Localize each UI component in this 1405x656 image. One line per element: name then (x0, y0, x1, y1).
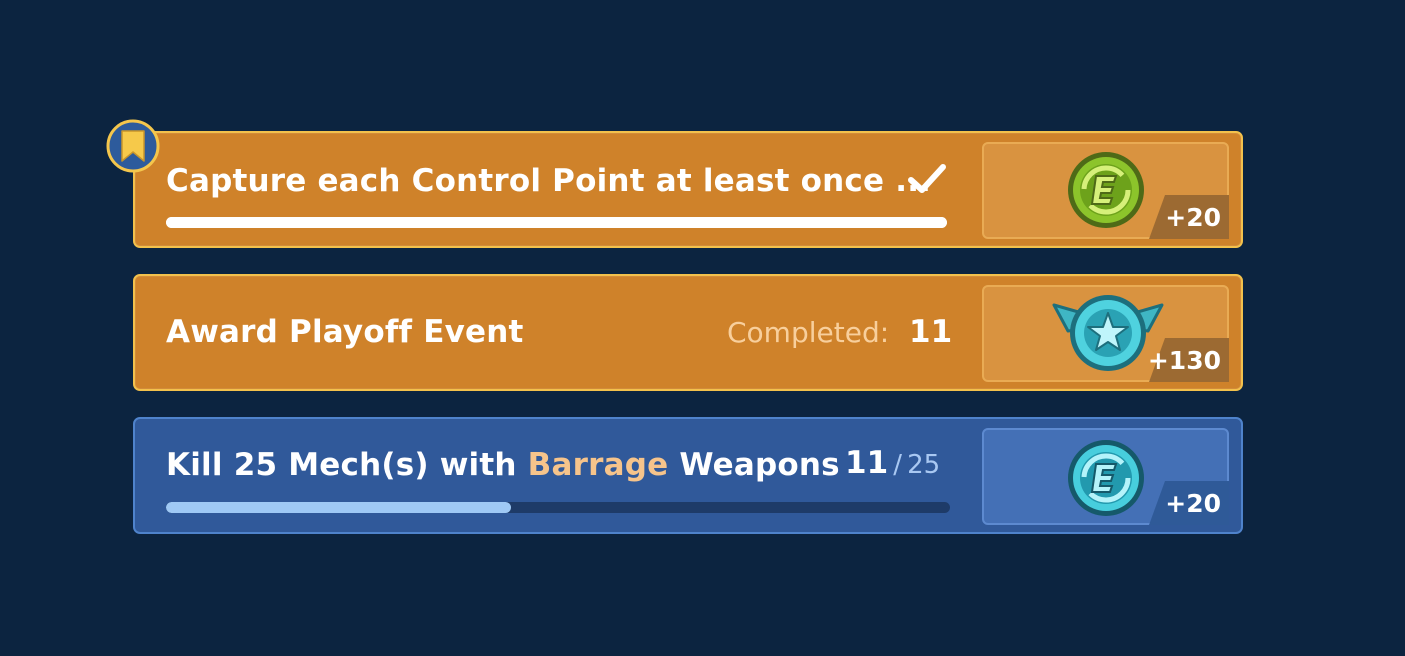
green-e-coin-icon (1068, 152, 1144, 228)
reward-amount: +20 (1165, 203, 1221, 232)
mission-title: Capture each Control Point at least once… (166, 163, 932, 199)
mission-card-1[interactable]: Capture each Control Point at least once… (133, 131, 1243, 248)
mission-card-2[interactable]: Award Playoff Event Completed: 11 +130 (133, 274, 1243, 391)
progress-separator: / (893, 450, 902, 480)
weapon-type-highlight: Barrage (527, 447, 669, 483)
amount-tab: +20 (1149, 481, 1229, 525)
mission-title: Kill 25 Mech(s) with Barrage Weapons (166, 445, 840, 485)
progress-current: 11 (845, 445, 889, 481)
reward-amount: +20 (1165, 489, 1221, 518)
amount-tab: +130 (1147, 338, 1229, 382)
title-part: Kill 25 Mech(s) with (166, 447, 528, 483)
mission-card-3[interactable]: Kill 25 Mech(s) with Barrage Weapons 11 … (133, 417, 1243, 534)
mission-screen: { "missions": [ { "title": "Capture each… (0, 0, 1405, 656)
reward-amount: +130 (1147, 346, 1221, 375)
mission-title: Award Playoff Event (166, 314, 524, 350)
reward-box[interactable]: +20 (982, 428, 1229, 525)
completed-label: Completed: (727, 316, 890, 349)
checkmark-icon (908, 164, 946, 193)
title-part: Weapons (668, 447, 840, 483)
completed-value: 11 (909, 314, 953, 350)
reward-box[interactable]: +130 (982, 285, 1229, 382)
reward-box[interactable]: +20 (982, 142, 1229, 239)
amount-tab: +20 (1149, 195, 1229, 239)
progress-bar (166, 502, 950, 513)
bookmark-ribbon-icon (106, 119, 160, 173)
progress-counter: 11 / 25 (845, 443, 940, 488)
progress-bar (166, 217, 947, 228)
progress-max: 25 (907, 450, 941, 480)
progress-fill (166, 502, 511, 513)
progress-fill (166, 217, 947, 228)
teal-e-coin-icon (1068, 440, 1144, 516)
